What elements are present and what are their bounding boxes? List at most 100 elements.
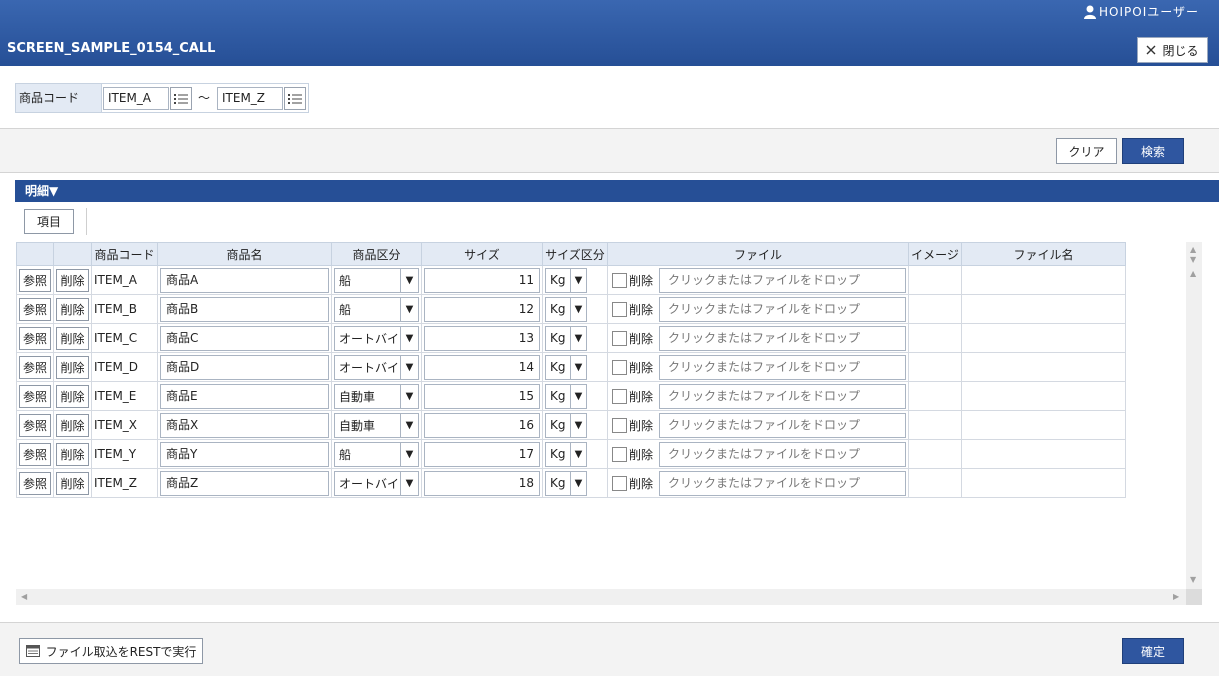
file-delete-checkbox[interactable] bbox=[612, 330, 627, 346]
file-drop-zone[interactable]: クリックまたはファイルをドロップ bbox=[659, 383, 906, 409]
rest-import-button[interactable]: ファイル取込をRESTで実行 bbox=[19, 638, 203, 664]
item-name-cell: 商品Y bbox=[157, 439, 332, 469]
ref-button[interactable]: 参照 bbox=[19, 471, 51, 495]
scroll-up-icon[interactable]: ▲ bbox=[1190, 246, 1196, 254]
scroll-left-icon[interactable]: ◀ bbox=[21, 593, 27, 601]
size-input[interactable]: 15 bbox=[424, 383, 540, 409]
size-input[interactable]: 18 bbox=[424, 470, 540, 496]
delete-row-button[interactable]: 削除 bbox=[56, 297, 89, 321]
file-drop-zone[interactable]: クリックまたはファイルをドロップ bbox=[659, 441, 906, 467]
item-code-to-input[interactable]: ITEM_Z bbox=[217, 87, 283, 110]
delete-row-button[interactable]: 削除 bbox=[56, 268, 89, 292]
delete-row-button[interactable]: 削除 bbox=[56, 355, 89, 379]
item-name-input[interactable]: 商品X bbox=[160, 412, 329, 438]
size-unit-select[interactable]: Kg ▼ bbox=[545, 383, 587, 409]
category-select[interactable]: 自動車 ▼ bbox=[334, 383, 419, 409]
scroll-right-icon[interactable]: ▶ bbox=[1173, 593, 1179, 601]
item-name-input[interactable]: 商品D bbox=[160, 354, 329, 380]
column-header-category[interactable]: 商品区分 bbox=[331, 242, 422, 266]
column-header-item-name[interactable]: 商品名 bbox=[157, 242, 332, 266]
column-header-file[interactable]: ファイル bbox=[607, 242, 909, 266]
ref-button[interactable]: 参照 bbox=[19, 384, 51, 408]
ref-button[interactable]: 参照 bbox=[19, 355, 51, 379]
scroll-down-icon[interactable]: ▼ bbox=[1190, 576, 1196, 584]
file-delete-label: 削除 bbox=[629, 389, 654, 404]
column-header-file-name[interactable]: ファイル名 bbox=[961, 242, 1126, 266]
file-drop-zone[interactable]: クリックまたはファイルをドロップ bbox=[659, 296, 906, 322]
item-name-input[interactable]: 商品Y bbox=[160, 441, 329, 467]
file-drop-zone[interactable]: クリックまたはファイルをドロップ bbox=[659, 267, 906, 293]
category-select[interactable]: オートバイ ▼ bbox=[334, 354, 419, 380]
vertical-scrollbar[interactable]: ▲ ▼ ▲ ▼ bbox=[1186, 242, 1202, 589]
confirm-button[interactable]: 確定 bbox=[1122, 638, 1184, 664]
size-unit-cell: Kg ▼ bbox=[542, 410, 608, 440]
file-drop-zone[interactable]: クリックまたはファイルをドロップ bbox=[659, 354, 906, 380]
size-unit-select[interactable]: Kg ▼ bbox=[545, 441, 587, 467]
scroll-up-icon[interactable]: ▲ bbox=[1190, 270, 1196, 278]
size-unit-select[interactable]: Kg ▼ bbox=[545, 267, 587, 293]
file-delete-checkbox[interactable] bbox=[612, 446, 627, 462]
user-menu[interactable]: HOIPOIユーザー bbox=[1084, 3, 1199, 20]
file-delete-checkbox[interactable] bbox=[612, 417, 627, 433]
ref-button[interactable]: 参照 bbox=[19, 297, 51, 321]
size-input[interactable]: 11 bbox=[424, 267, 540, 293]
delete-row-button[interactable]: 削除 bbox=[56, 413, 89, 437]
ref-button[interactable]: 参照 bbox=[19, 268, 51, 292]
size-input[interactable]: 16 bbox=[424, 412, 540, 438]
size-unit-select[interactable]: Kg ▼ bbox=[545, 325, 587, 351]
file-drop-zone[interactable]: クリックまたはファイルをドロップ bbox=[659, 325, 906, 351]
delete-row-button[interactable]: 削除 bbox=[56, 384, 89, 408]
column-header-image[interactable]: イメージ bbox=[908, 242, 962, 266]
category-select[interactable]: 自動車 ▼ bbox=[334, 412, 419, 438]
column-header-size-unit[interactable]: サイズ区分 bbox=[542, 242, 608, 266]
category-select[interactable]: オートバイ ▼ bbox=[334, 325, 419, 351]
category-select[interactable]: 船 ▼ bbox=[334, 296, 419, 322]
delete-row-button[interactable]: 削除 bbox=[56, 326, 89, 350]
file-cell: 削除 クリックまたはファイルをドロップ bbox=[607, 410, 909, 440]
delete-row-button[interactable]: 削除 bbox=[56, 471, 89, 495]
size-unit-select[interactable]: Kg ▼ bbox=[545, 412, 587, 438]
item-name-input[interactable]: 商品C bbox=[160, 325, 329, 351]
item-name-input[interactable]: 商品A bbox=[160, 267, 329, 293]
horizontal-scrollbar[interactable]: ◀ ▶ bbox=[16, 589, 1186, 605]
category-select[interactable]: オートバイ ▼ bbox=[334, 470, 419, 496]
ref-button[interactable]: 参照 bbox=[19, 413, 51, 437]
detail-section-toggle[interactable]: 明細▼ bbox=[15, 180, 1219, 202]
category-select[interactable]: 船 ▼ bbox=[334, 267, 419, 293]
delete-row-button[interactable]: 削除 bbox=[56, 442, 89, 466]
size-unit-select[interactable]: Kg ▼ bbox=[545, 354, 587, 380]
file-drop-zone[interactable]: クリックまたはファイルをドロップ bbox=[659, 470, 906, 496]
file-delete-checkbox[interactable] bbox=[612, 388, 627, 404]
ref-button[interactable]: 参照 bbox=[19, 326, 51, 350]
size-unit-cell: Kg ▼ bbox=[542, 468, 608, 498]
item-name-input[interactable]: 商品E bbox=[160, 383, 329, 409]
scroll-down-icon[interactable]: ▼ bbox=[1190, 256, 1196, 264]
ref-button[interactable]: 参照 bbox=[19, 442, 51, 466]
item-code-from-input[interactable]: ITEM_A bbox=[103, 87, 169, 110]
size-input[interactable]: 12 bbox=[424, 296, 540, 322]
clear-button[interactable]: クリア bbox=[1056, 138, 1117, 164]
size-input[interactable]: 17 bbox=[424, 441, 540, 467]
items-button[interactable]: 項目 bbox=[24, 209, 74, 234]
file-delete-checkbox[interactable] bbox=[612, 359, 627, 375]
file-delete-checkbox[interactable] bbox=[612, 301, 627, 317]
item-name-input[interactable]: 商品Z bbox=[160, 470, 329, 496]
item-name-input[interactable]: 商品B bbox=[160, 296, 329, 322]
item-code-from-list-button[interactable] bbox=[170, 87, 192, 110]
search-button[interactable]: 検索 bbox=[1122, 138, 1184, 164]
file-delete-checkbox[interactable] bbox=[612, 272, 627, 288]
close-button[interactable]: 閉じる bbox=[1137, 37, 1208, 63]
file-delete-label: 削除 bbox=[629, 273, 654, 288]
size-unit-select[interactable]: Kg ▼ bbox=[545, 470, 587, 496]
file-delete-checkbox[interactable] bbox=[612, 475, 627, 491]
item-code-to-list-button[interactable] bbox=[284, 87, 306, 110]
column-header-size[interactable]: サイズ bbox=[421, 242, 543, 266]
dropdown-arrow-icon: ▼ bbox=[570, 297, 586, 321]
category-select[interactable]: 船 ▼ bbox=[334, 441, 419, 467]
column-header-item-code[interactable]: 商品コード bbox=[91, 242, 158, 266]
size-input[interactable]: 13 bbox=[424, 325, 540, 351]
dropdown-arrow-icon: ▼ bbox=[570, 326, 586, 350]
size-unit-select[interactable]: Kg ▼ bbox=[545, 296, 587, 322]
size-input[interactable]: 14 bbox=[424, 354, 540, 380]
file-drop-zone[interactable]: クリックまたはファイルをドロップ bbox=[659, 412, 906, 438]
